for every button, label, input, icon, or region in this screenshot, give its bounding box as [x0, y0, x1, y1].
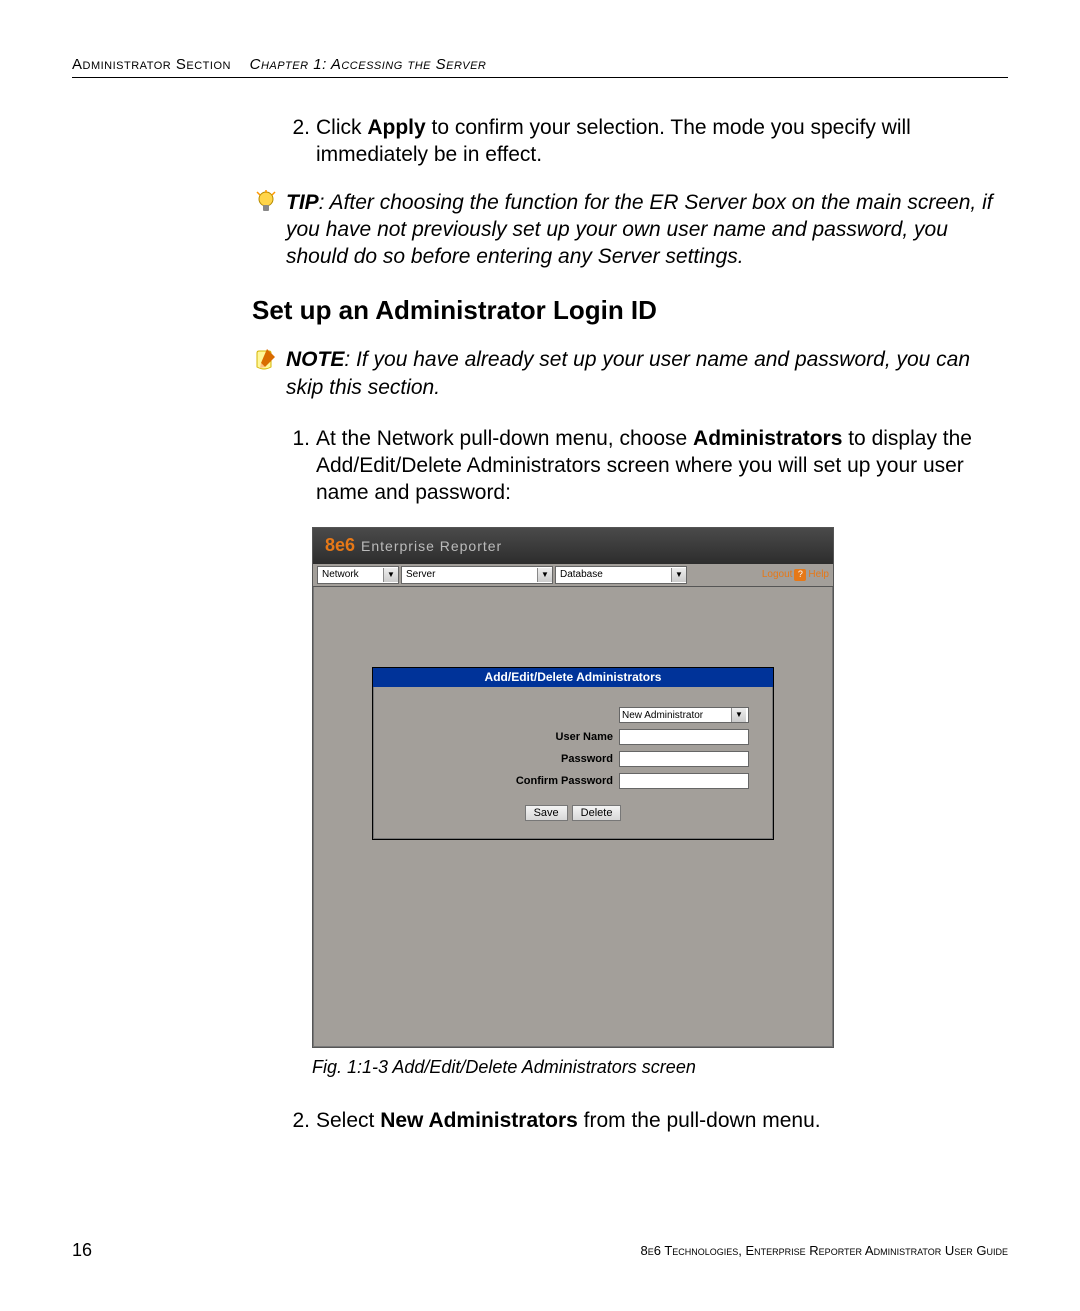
help-icon[interactable]: ? — [794, 569, 806, 581]
panel-buttons: Save Delete — [397, 805, 749, 821]
step-number: 2. — [282, 1107, 310, 1134]
step-body: Select New Administrators from the pull-… — [316, 1107, 998, 1134]
logout-link[interactable]: Logout — [762, 568, 793, 581]
app-title: Enterprise Reporter — [361, 537, 502, 555]
menu-label: Server — [402, 568, 537, 581]
app-titlebar: 8e6 Enterprise Reporter — [313, 528, 833, 564]
network-menu[interactable]: Network ▼ — [317, 566, 399, 584]
help-link[interactable]: Help — [808, 568, 829, 581]
admin-select[interactable]: New Administrator ▼ — [619, 707, 749, 723]
chevron-down-icon: ▼ — [383, 568, 398, 582]
note-label: NOTE — [286, 348, 344, 371]
app-body: Add/Edit/Delete Administrators New Admin… — [313, 587, 833, 1047]
chevron-down-icon: ▼ — [731, 708, 746, 722]
page-header: Administrator Section Chapter 1: Accessi… — [72, 56, 1008, 78]
step-bold: New Administrators — [380, 1109, 578, 1132]
step-number: 2. — [282, 114, 310, 169]
step-body: At the Network pull-down menu, choose Ad… — [316, 425, 998, 507]
database-menu[interactable]: Database ▼ — [555, 566, 687, 584]
server-menu[interactable]: Server ▼ — [401, 566, 553, 584]
admin-select-row: New Administrator ▼ — [397, 707, 749, 723]
save-button[interactable]: Save — [525, 805, 568, 821]
note-text: NOTE: If you have already set up your us… — [286, 346, 998, 401]
step-number: 1. — [282, 425, 310, 507]
numbered-step: 2. Select New Administrators from the pu… — [282, 1107, 998, 1134]
username-input[interactable] — [619, 729, 749, 745]
lightbulb-icon — [252, 189, 280, 217]
step-bold: Administrators — [693, 427, 842, 450]
confirm-password-row: Confirm Password — [397, 773, 749, 789]
step-text: Select — [316, 1109, 380, 1132]
username-row: User Name — [397, 729, 749, 745]
document-page: Administrator Section Chapter 1: Accessi… — [0, 0, 1080, 1311]
step-body: Click Apply to confirm your selection. T… — [316, 114, 998, 169]
tip-block: TIP: After choosing the function for the… — [252, 189, 998, 271]
menu-label: Database — [556, 568, 671, 581]
step-text: At the Network pull-down menu, choose — [316, 427, 693, 450]
chevron-down-icon: ▼ — [537, 568, 552, 582]
note-body: : If you have already set up your user n… — [286, 348, 970, 398]
app-logo: 8e6 — [325, 534, 355, 557]
note-pencil-icon — [252, 346, 280, 374]
numbered-step: 2. Click Apply to confirm your selection… — [282, 114, 998, 169]
header-section: Administrator Section — [72, 56, 231, 73]
menu-label: Network — [318, 568, 383, 581]
header-links: Logout ? Help — [762, 568, 829, 581]
figure-caption: Fig. 1:1-3 Add/Edit/Delete Administrator… — [312, 1056, 998, 1079]
confirm-password-input[interactable] — [619, 773, 749, 789]
password-row: Password — [397, 751, 749, 767]
step-text: from the pull-down menu. — [578, 1109, 821, 1132]
tip-body: : After choosing the function for the ER… — [286, 191, 993, 269]
note-block: NOTE: If you have already set up your us… — [252, 346, 998, 401]
footer-text: 8e6 Technologies, Enterprise Reporter Ad… — [640, 1243, 1008, 1258]
panel-body: New Administrator ▼ User Name Password — [373, 687, 773, 839]
page-footer: 16 8e6 Technologies, Enterprise Reporter… — [72, 1240, 1008, 1261]
select-value: New Administrator — [622, 709, 703, 722]
password-label: Password — [561, 752, 613, 766]
content-area: 2. Click Apply to confirm your selection… — [282, 114, 998, 1134]
step-bold: Apply — [367, 116, 425, 139]
figure: 8e6 Enterprise Reporter Network ▼ Server… — [312, 527, 998, 1048]
password-input[interactable] — [619, 751, 749, 767]
chevron-down-icon: ▼ — [671, 568, 686, 582]
page-number: 16 — [72, 1240, 92, 1261]
app-window: 8e6 Enterprise Reporter Network ▼ Server… — [312, 527, 834, 1048]
header-chapter: Chapter 1: Accessing the Server — [250, 56, 487, 73]
tip-text: TIP: After choosing the function for the… — [286, 189, 998, 271]
numbered-step: 1. At the Network pull-down menu, choose… — [282, 425, 998, 507]
app-menubar: Network ▼ Server ▼ Database ▼ Logout ? — [313, 564, 833, 587]
delete-button[interactable]: Delete — [572, 805, 622, 821]
confirm-password-label: Confirm Password — [516, 774, 613, 788]
section-heading: Set up an Administrator Login ID — [252, 294, 998, 328]
admin-panel: Add/Edit/Delete Administrators New Admin… — [372, 667, 774, 841]
step-text: Click — [316, 116, 367, 139]
panel-title: Add/Edit/Delete Administrators — [373, 668, 773, 688]
username-label: User Name — [556, 730, 613, 744]
tip-label: TIP — [286, 191, 319, 214]
